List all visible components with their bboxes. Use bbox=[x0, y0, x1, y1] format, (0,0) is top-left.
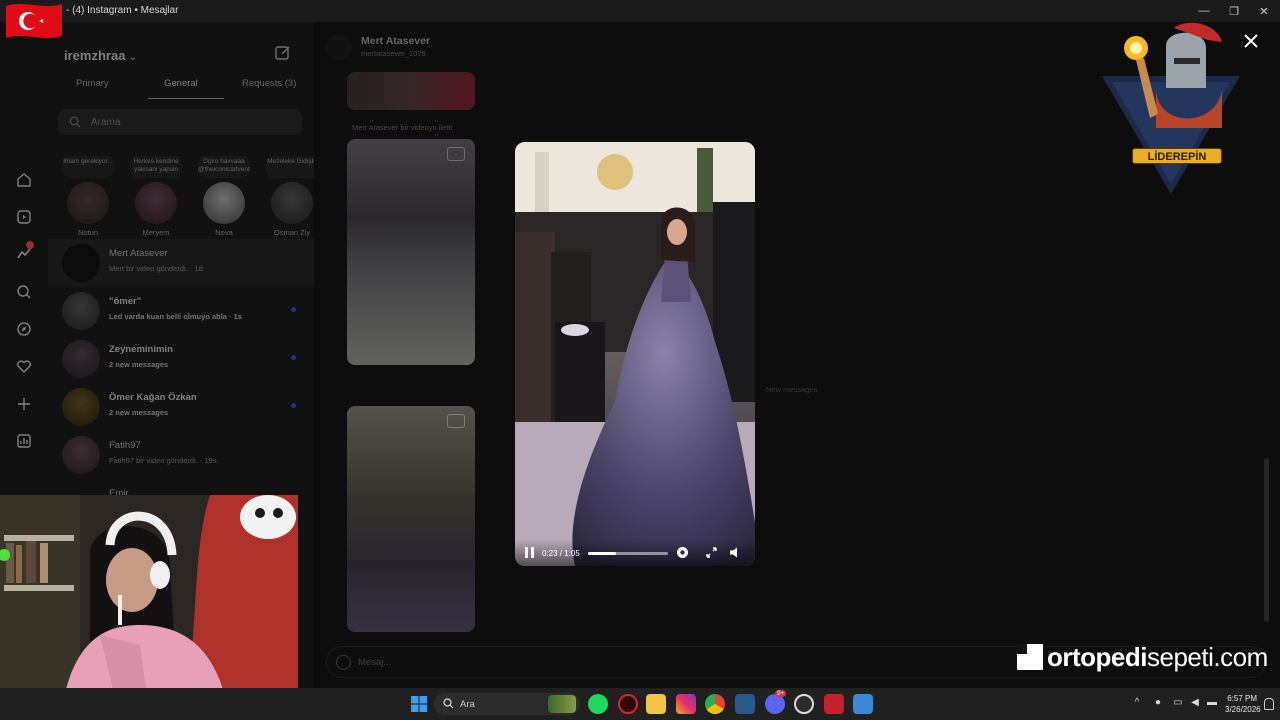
file-explorer-icon[interactable] bbox=[646, 694, 666, 714]
badge-text: LİDEREPİN bbox=[1132, 148, 1222, 164]
windows-taskbar: Ara 9+ ^ ● ▭ ◀ ▬ 6:57 PM 3/26/2026 bbox=[0, 688, 1280, 720]
spotify-icon[interactable] bbox=[588, 694, 608, 714]
discord-badge: 9+ bbox=[775, 690, 787, 697]
pause-button[interactable] bbox=[525, 547, 535, 558]
discord-icon[interactable]: 9+ bbox=[765, 690, 787, 714]
network-icon[interactable]: ▭ bbox=[1171, 697, 1185, 711]
search-icon bbox=[443, 698, 454, 709]
chevron-up-icon[interactable]: ^ bbox=[1130, 697, 1144, 711]
seek-progress bbox=[588, 552, 617, 555]
screen: - (4) Instagram • Mesajlar — ❐ ✕ iremzhr… bbox=[0, 0, 1280, 720]
settings-gear-icon[interactable] bbox=[675, 545, 690, 560]
watermark-bold: ortopedi bbox=[1047, 641, 1148, 672]
window-title-bar: - (4) Instagram • Mesajlar — ❐ ✕ bbox=[0, 0, 1280, 22]
app-icon-red[interactable] bbox=[824, 694, 844, 714]
video-seek-bar[interactable] bbox=[588, 552, 668, 555]
streamer-logo-badge: LİDEREPİN bbox=[1096, 18, 1246, 196]
fullscreen-icon[interactable] bbox=[704, 545, 719, 560]
sponsor-logo-mark bbox=[1017, 644, 1043, 670]
windows-start-icon[interactable] bbox=[409, 694, 429, 714]
chrome-icon[interactable] bbox=[705, 694, 725, 714]
taskbar-search[interactable]: Ara bbox=[434, 693, 580, 715]
video-controls: 0:23 / 1:05 bbox=[515, 540, 755, 566]
notification-bell-icon[interactable] bbox=[1264, 698, 1274, 710]
speaker-icon[interactable]: ◀ bbox=[1188, 697, 1202, 711]
microphone-icon[interactable]: ● bbox=[1151, 697, 1165, 711]
app-icon-blue[interactable] bbox=[853, 694, 873, 714]
video-frame bbox=[515, 142, 755, 566]
sponsor-watermark: ortopedisepeti.com bbox=[1017, 640, 1277, 674]
clock-date: 3/26/2026 bbox=[1225, 705, 1261, 714]
taskbar-search-placeholder: Ara bbox=[460, 699, 475, 710]
clock-time: 6:57 PM bbox=[1227, 694, 1257, 703]
window-close-button[interactable]: ✕ bbox=[1248, 0, 1280, 22]
instagram-icon[interactable] bbox=[676, 694, 696, 714]
video-player[interactable]: 0:23 / 1:05 bbox=[515, 142, 755, 566]
search-highlight-icon bbox=[548, 695, 576, 713]
app-icon[interactable] bbox=[735, 694, 755, 714]
turkey-flag-icon bbox=[6, 4, 62, 38]
volume-icon[interactable] bbox=[728, 545, 743, 560]
video-time: 0:23 / 1:05 bbox=[542, 549, 580, 558]
battery-icon[interactable]: ▬ bbox=[1205, 697, 1219, 711]
opera-icon[interactable] bbox=[618, 694, 638, 714]
window-title: - (4) Instagram • Mesajlar bbox=[66, 5, 179, 16]
watermark-rest: sepeti.com bbox=[1147, 641, 1268, 672]
taskbar-clock[interactable]: 6:57 PM 3/26/2026 bbox=[1225, 693, 1261, 715]
webcam-overlay bbox=[0, 495, 298, 720]
obs-icon[interactable] bbox=[794, 694, 814, 714]
